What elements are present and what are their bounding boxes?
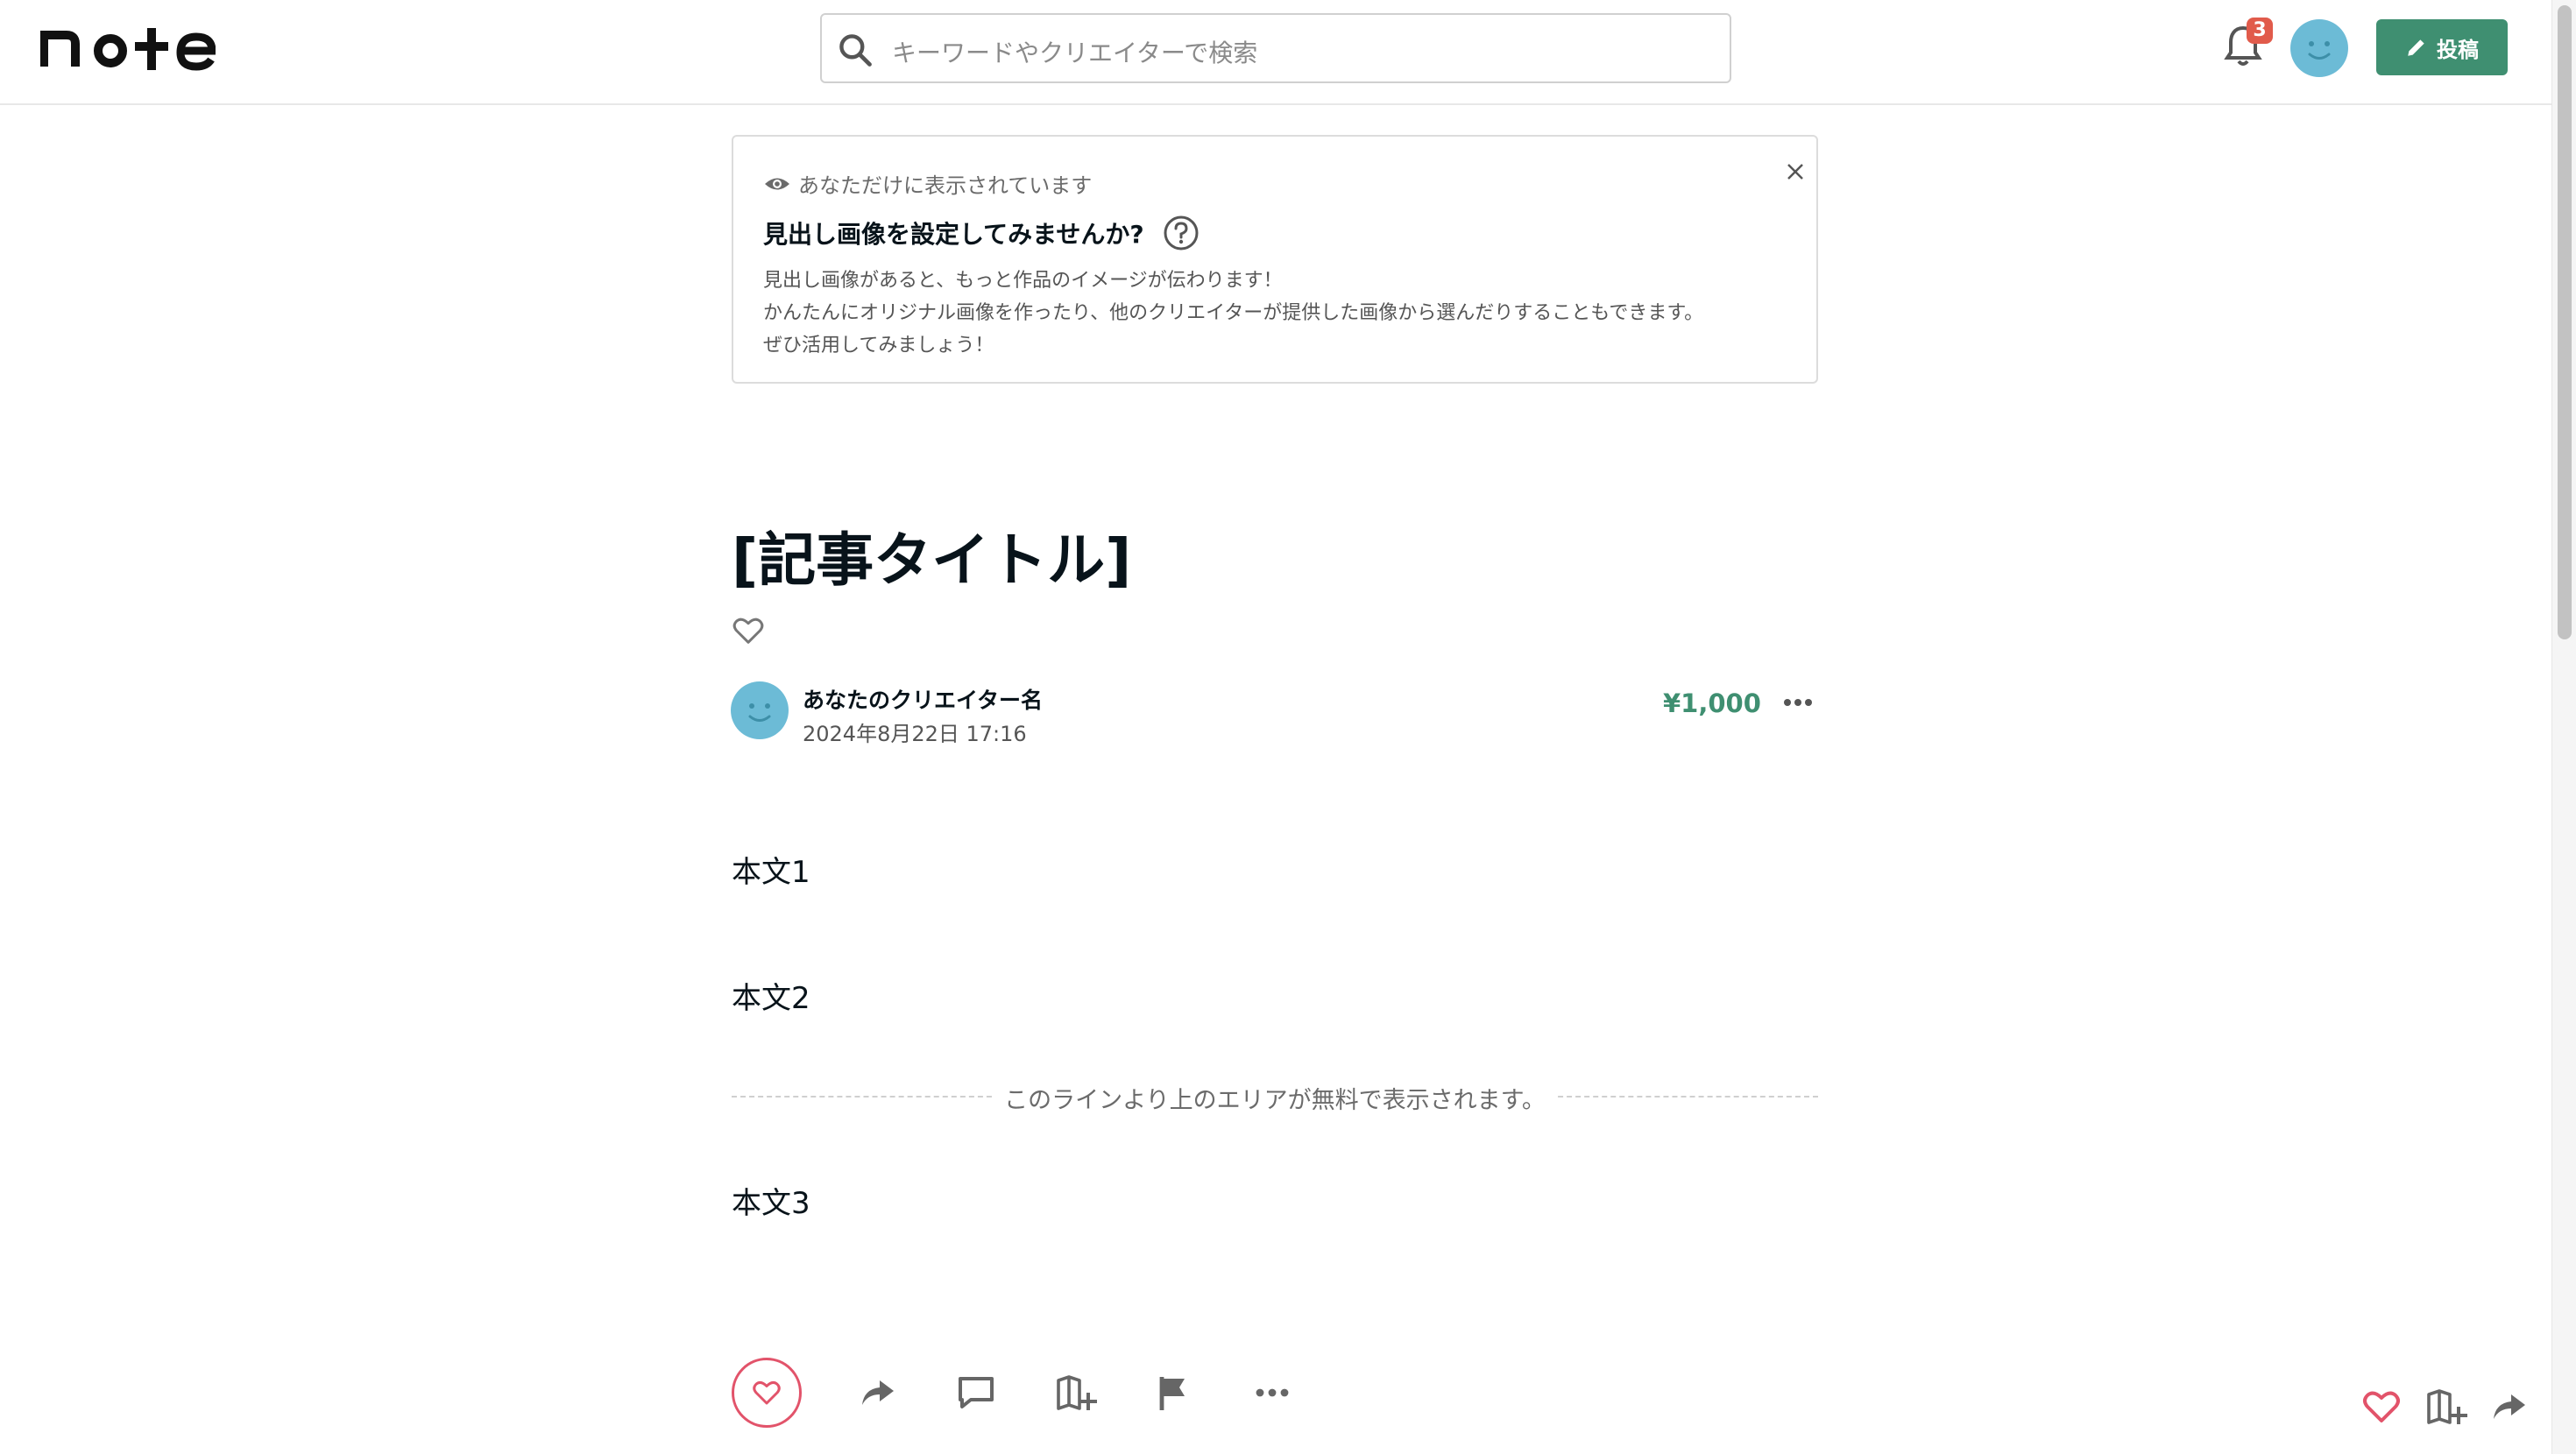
more-actions-button[interactable] — [1251, 1372, 1293, 1414]
publish-date: 2024年8月22日 17:16 — [803, 722, 1027, 746]
top-header: キーワードやクリエイターで検索 3 投稿 — [0, 0, 2551, 105]
page-scrollbar[interactable] — [2551, 0, 2576, 1454]
notice-description-line: 見出し画像があると、もっと作品のイメージが伝わります！ — [763, 270, 1283, 292]
more-icon — [1256, 1388, 1289, 1397]
body-paragraph: 本文2 — [732, 981, 810, 1016]
author-avatar[interactable] — [731, 681, 789, 739]
floating-like-button[interactable] — [2360, 1386, 2403, 1428]
body-paragraph: 本文1 — [732, 855, 810, 890]
floating-magazine-button[interactable] — [2425, 1386, 2467, 1428]
comment-icon — [959, 1377, 994, 1408]
scrollbar-thumb[interactable] — [2558, 5, 2572, 639]
add-to-magazine-button[interactable] — [1055, 1372, 1097, 1414]
share-icon — [862, 1380, 894, 1405]
author-name[interactable]: あなたのクリエイター名 — [803, 683, 1043, 715]
free-line-text: このラインより上のエリアが無料で表示されます。 — [992, 1087, 1558, 1114]
post-button[interactable]: 投稿 — [2376, 19, 2508, 75]
share-icon — [2494, 1394, 2525, 1419]
heart-icon — [753, 1380, 781, 1405]
comment-button[interactable] — [955, 1372, 997, 1414]
notice-heading: 見出し画像を設定してみませんか? — [763, 220, 1144, 249]
heart-icon — [2363, 1391, 2400, 1422]
magazine-add-icon — [2427, 1389, 2467, 1424]
eye-icon — [765, 178, 789, 189]
user-avatar[interactable] — [2290, 19, 2348, 77]
notification-badge: 3 — [2247, 18, 2273, 44]
flag-icon — [1159, 1377, 1185, 1410]
more-icon[interactable] — [1779, 688, 1817, 716]
pencil-icon — [2408, 39, 2424, 56]
floating-share-button[interactable] — [2488, 1386, 2530, 1428]
article-title: [記事タイトル] — [732, 526, 1132, 594]
notice-heading-row: 見出し画像を設定してみませんか? — [763, 214, 1200, 252]
close-icon[interactable] — [1776, 152, 1815, 191]
search-icon — [839, 34, 872, 67]
share-button[interactable] — [857, 1372, 899, 1414]
header-image-suggestion-card: あなただけに表示されています 見出し画像を設定してみませんか? 見出し画像がある… — [732, 135, 1818, 384]
notice-description-line: ぜひ活用してみましょう！ — [763, 335, 994, 356]
article-price: ¥1,000 — [1663, 688, 1761, 718]
visibility-note: あなただけに表示されています — [763, 168, 1092, 199]
visibility-text: あなただけに表示されています — [798, 173, 1093, 198]
report-button[interactable] — [1153, 1372, 1195, 1414]
note-logo[interactable] — [39, 23, 216, 72]
post-button-label: 投稿 — [2437, 37, 2479, 62]
heart-icon[interactable] — [731, 613, 766, 648]
help-icon[interactable] — [1162, 214, 1200, 252]
notice-description-line: かんたんにオリジナル画像を作ったり、他のクリエイターが提供した画像から選んだりす… — [763, 302, 1704, 324]
free-area-divider: このラインより上のエリアが無料で表示されます。 — [732, 1079, 1818, 1114]
search-input[interactable]: キーワードやクリエイターで検索 — [820, 13, 1731, 83]
paid-paragraph: 本文3 — [732, 1186, 810, 1221]
search-placeholder: キーワードやクリエイターで検索 — [892, 39, 1258, 67]
note-logo-icon — [39, 28, 216, 71]
magazine-add-icon — [1057, 1375, 1097, 1410]
like-button[interactable] — [732, 1358, 802, 1428]
notice-description: 見出し画像があると、もっと作品のイメージが伝わります！ かんたんにオリジナル画像… — [763, 265, 1703, 362]
